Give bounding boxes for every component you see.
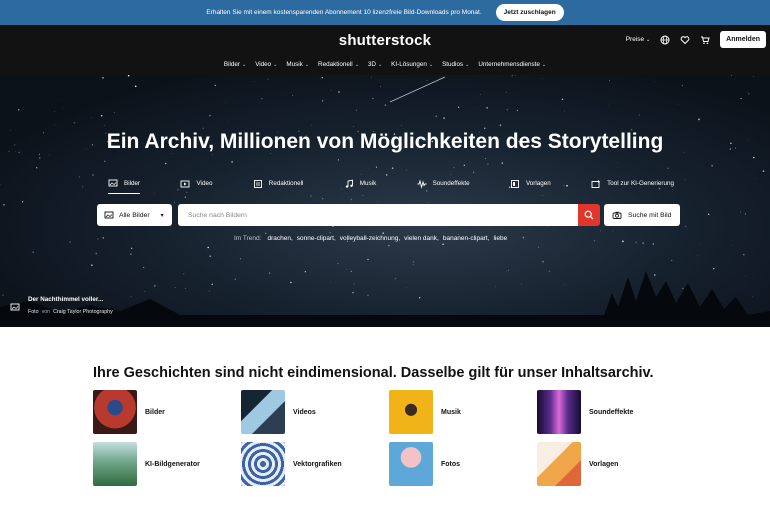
credit-author[interactable]: Craig Taylor Photography bbox=[53, 309, 113, 315]
trending-searches: Im Trend: drachen, sonne-clipart, volley… bbox=[234, 235, 507, 242]
image-credit: Der Nachthimmel voller... Foto von Craig… bbox=[10, 296, 113, 315]
tab-redaktionell[interactable]: Redaktionell bbox=[253, 178, 303, 194]
category-vektorgrafiken[interactable]: Vektorgrafiken bbox=[241, 442, 342, 486]
category-fotos[interactable]: Fotos bbox=[389, 442, 460, 486]
camera-icon bbox=[612, 211, 622, 219]
nav-item-video[interactable]: Video ⌄ bbox=[255, 61, 277, 68]
image-icon bbox=[108, 179, 118, 187]
nav-item-ki-loesungen[interactable]: KI-Lösungen ⌄ bbox=[391, 61, 433, 68]
hero-title: Ein Archiv, Millionen von Möglichkeiten … bbox=[106, 130, 664, 153]
category-thumbnail bbox=[389, 442, 433, 486]
image-icon bbox=[10, 303, 20, 311]
category-soundeffekte[interactable]: Soundeffekte bbox=[537, 390, 633, 434]
category-thumbnail bbox=[93, 390, 137, 434]
tab-ki-generierung[interactable]: Tool zur KI-Generierung bbox=[591, 178, 674, 194]
category-videos[interactable]: Videos bbox=[241, 390, 316, 434]
header-actions: Preise ⌄ Anmelden bbox=[626, 31, 766, 48]
media-type-select[interactable]: Alle Bilder ▾ bbox=[97, 204, 172, 226]
category-thumbnail bbox=[537, 390, 581, 434]
globe-icon[interactable] bbox=[660, 35, 670, 45]
credit-byline: Foto von Craig Taylor Photography bbox=[28, 309, 113, 315]
category-thumbnail bbox=[389, 390, 433, 434]
trending-link[interactable]: sonne-clipart, bbox=[297, 235, 336, 242]
image-icon bbox=[104, 211, 114, 219]
category-bilder[interactable]: Bilder bbox=[93, 390, 165, 434]
media-type-tabs: Bilder Video Redaktionell Musik Soundeff… bbox=[108, 178, 674, 194]
promo-button[interactable]: Jetzt zuschlagen bbox=[495, 4, 564, 21]
category-thumbnail bbox=[93, 442, 137, 486]
trending-link[interactable]: liebe bbox=[493, 235, 507, 242]
heart-icon[interactable] bbox=[680, 35, 690, 45]
signin-button[interactable]: Anmelden bbox=[720, 31, 766, 48]
top-header: shutterstock Preise ⌄ Anmelden Bilder ⌄ V… bbox=[0, 25, 770, 75]
category-vorlagen[interactable]: Vorlagen bbox=[537, 442, 618, 486]
search-bar: Alle Bilder ▾ Suche nach Bildern Suche m… bbox=[97, 204, 680, 226]
promo-banner: Erhalten Sie mit einem kostensparenden A… bbox=[0, 0, 770, 25]
content-section: Ihre Geschichten sind nicht eindimension… bbox=[0, 327, 770, 508]
search-icon bbox=[584, 210, 594, 220]
pricing-link[interactable]: Preise ⌄ bbox=[626, 36, 650, 43]
trending-link[interactable]: volleyball-zeichnung, bbox=[340, 235, 400, 242]
trending-link[interactable]: drachen, bbox=[267, 235, 292, 242]
search-input[interactable]: Suche nach Bildern bbox=[178, 204, 578, 226]
search-button[interactable] bbox=[578, 204, 600, 226]
tab-bilder[interactable]: Bilder bbox=[108, 178, 141, 194]
category-musik[interactable]: Musik bbox=[389, 390, 461, 434]
chevron-down-icon: ▾ bbox=[160, 212, 164, 219]
hero-section: Ein Archiv, Millionen von Möglichkeiten … bbox=[0, 75, 770, 327]
nav-item-3d[interactable]: 3D ⌄ bbox=[368, 61, 382, 68]
trending-label: Im Trend: bbox=[234, 235, 262, 242]
music-icon bbox=[345, 179, 353, 188]
category-ki-bildgenerator[interactable]: KI-Bildgenerator bbox=[93, 442, 200, 486]
tab-musik[interactable]: Musik bbox=[344, 178, 376, 194]
video-icon bbox=[181, 180, 190, 187]
trending-link[interactable]: vielen dank, bbox=[404, 235, 439, 242]
tab-soundeffekte[interactable]: Soundeffekte bbox=[417, 178, 470, 194]
category-thumbnail bbox=[241, 390, 285, 434]
trending-link[interactable]: bananen-clipart, bbox=[443, 235, 490, 242]
image-search-button[interactable]: Suche mit Bild bbox=[604, 204, 680, 226]
template-icon bbox=[510, 179, 519, 188]
tab-video[interactable]: Video bbox=[180, 178, 212, 194]
main-nav: Bilder ⌄ Video ⌄ Musik ⌄ Redaktionell ⌄ 3D ⌄ … bbox=[0, 61, 770, 68]
nav-item-bilder[interactable]: Bilder ⌄ bbox=[224, 61, 246, 68]
category-thumbnail bbox=[241, 442, 285, 486]
nav-item-unternehmensdienste[interactable]: Unternehmensdienste ⌄ bbox=[478, 61, 546, 68]
night-sky-background bbox=[0, 75, 770, 327]
ai-generator-icon bbox=[591, 179, 601, 188]
waveform-icon bbox=[417, 178, 427, 189]
nav-item-musik[interactable]: Musik ⌄ bbox=[286, 61, 309, 68]
category-thumbnail bbox=[537, 442, 581, 486]
editorial-icon bbox=[253, 179, 262, 188]
cart-icon[interactable] bbox=[700, 35, 710, 45]
nav-item-studios[interactable]: Studios ⌄ bbox=[442, 61, 469, 68]
nav-item-redaktionell[interactable]: Redaktionell ⌄ bbox=[318, 61, 359, 68]
credit-title[interactable]: Der Nachthimmel voller... bbox=[28, 296, 113, 303]
tab-vorlagen[interactable]: Vorlagen bbox=[510, 178, 551, 194]
promo-text: Erhalten Sie mit einem kostensparenden A… bbox=[206, 9, 482, 16]
section-heading: Ihre Geschichten sind nicht eindimension… bbox=[93, 365, 654, 381]
